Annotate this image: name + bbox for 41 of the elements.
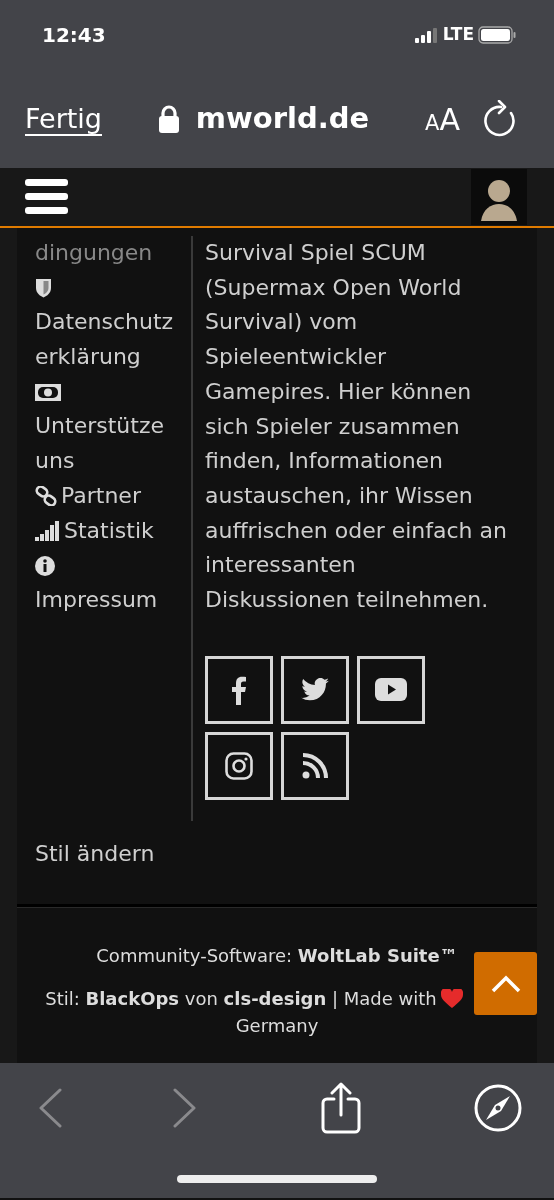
social-button[interactable] xyxy=(205,655,273,724)
software-credit: Community-Software: WoltLab Suite™ xyxy=(96,945,458,966)
text-size-button[interactable]: AA xyxy=(425,96,460,142)
banknote-icon xyxy=(35,383,61,401)
battery-icon xyxy=(478,26,516,44)
signal-icon xyxy=(414,27,439,43)
play-button-icon xyxy=(375,678,407,702)
link-icon xyxy=(35,486,57,507)
style-change-link[interactable]: Stil ändern xyxy=(17,837,155,870)
avatar[interactable] xyxy=(471,169,527,225)
sidebar-link[interactable]: Partner xyxy=(61,478,141,514)
chevron-up-icon xyxy=(490,974,521,993)
rss-icon xyxy=(302,752,328,779)
social-button[interactable] xyxy=(357,655,425,724)
back-to-top-button[interactable] xyxy=(474,952,537,1015)
social-button[interactable] xyxy=(205,731,273,800)
menu-icon[interactable] xyxy=(25,179,68,215)
reload-icon[interactable] xyxy=(484,100,518,138)
about-text: Survival Spiel SCUM (Supermax Open World Survival) vom Spieleentwickler Gamepires. Hier können sich Spieler zusammen finden, Informationen austauschen, ihr Wissen auffrischen oder einfach an interessanten Diskussionen teilnehmen. xyxy=(204,239,508,615)
style-credit: Stil: BlackOps von cls-design | Made with xyxy=(45,987,437,1011)
heart-icon xyxy=(440,988,463,1009)
lock-icon xyxy=(157,104,180,134)
clock-time: 12:43 xyxy=(42,22,106,49)
camera-icon xyxy=(225,751,253,780)
bird-icon xyxy=(301,678,329,702)
network-label: LTE xyxy=(442,23,474,47)
info-icon xyxy=(35,555,55,576)
facebook-icon xyxy=(231,674,247,705)
signal-bars-icon xyxy=(35,520,60,541)
sidebar-link[interactable]: Unterstütze uns xyxy=(35,409,191,479)
sidebar-link[interactable]: Statistik xyxy=(64,513,154,549)
sidebar-link[interactable]: Impressum xyxy=(35,583,191,618)
compass-icon[interactable] xyxy=(474,1084,522,1132)
url-text[interactable]: mworld.de xyxy=(195,97,370,141)
social-button[interactable] xyxy=(281,655,349,724)
sidebar-link[interactable]: dingungen xyxy=(35,236,191,271)
shield-icon xyxy=(35,278,52,299)
sidebar-link[interactable]: Datenschutz erklärung xyxy=(35,305,191,375)
country-text: Germany xyxy=(235,1015,319,1036)
done-link[interactable]: Fertig xyxy=(25,98,102,140)
social-button[interactable] xyxy=(281,731,349,800)
